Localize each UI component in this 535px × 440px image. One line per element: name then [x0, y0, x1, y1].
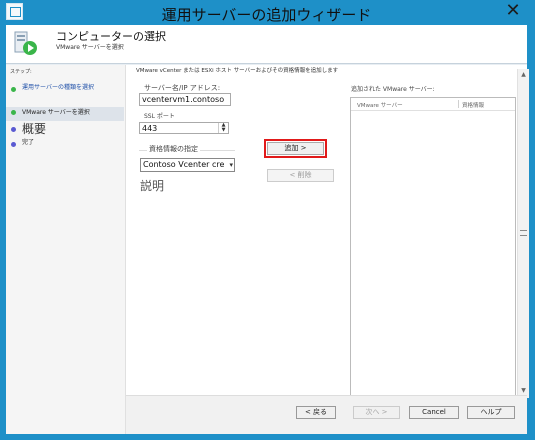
step-complete[interactable]: 完了: [11, 139, 34, 147]
server-name-label: サーバー名/IP アドレス:: [144, 84, 221, 92]
page-subtitle: VMware サーバーを選択: [56, 44, 124, 51]
credentials-select[interactable]: Contoso Vcenter cre ▾: [140, 158, 235, 172]
title-bar: 運用サーバーの追加ウィザード ✕: [0, 0, 533, 25]
added-servers-label: 追加された VMware サーバー:: [351, 86, 435, 93]
step-current-icon: [11, 110, 16, 115]
window-bottom-border: [0, 434, 535, 440]
wizard-client: コンピューターの選択 VMware サーバーを選択 ステップ: 運用サーバーの種…: [6, 25, 529, 435]
step-summary[interactable]: 概要: [11, 122, 46, 136]
chevron-down-icon: ▾: [229, 161, 233, 169]
scroll-down-icon[interactable]: ▼: [520, 387, 527, 394]
computer-select-icon: [14, 31, 37, 55]
step-select-vmware-server[interactable]: VMware サーバーを選択: [6, 107, 124, 121]
steps-header: ステップ:: [10, 69, 32, 75]
remove-button[interactable]: < 削除: [267, 169, 334, 182]
port-spinner-icon[interactable]: ▲ ▼: [218, 123, 228, 133]
step-label: 概要: [22, 122, 47, 136]
content-pane: VMware vCenter または ESXi ホスト サーバーおよびその資格情…: [126, 65, 529, 399]
next-button[interactable]: 次へ >: [353, 406, 400, 419]
step-label: 完了: [22, 139, 35, 146]
credentials-group-label: 資格情報の指定: [147, 144, 200, 154]
added-servers-list[interactable]: VMware サーバー 資格情報: [350, 97, 516, 399]
steps-pane: ステップ: 運用サーバーの種類を選択 VMware サーバーを選択 概要 完了: [6, 65, 126, 434]
server-name-input[interactable]: vcentervm1.contoso: [139, 93, 231, 106]
instruction-text: VMware vCenter または ESXi ホスト サーバーおよびその資格情…: [136, 68, 339, 74]
ssl-port-value: 443: [142, 124, 158, 133]
window-title: 運用サーバーの追加ウィザード: [161, 6, 372, 24]
step-pending-icon: [11, 142, 16, 147]
step-label: 運用サーバーの種類を選択: [22, 84, 94, 91]
wizard-footer: < 戻る 次へ > Cancel ヘルプ: [126, 395, 527, 435]
column-header-server[interactable]: VMware サーバー: [357, 101, 403, 109]
add-button[interactable]: 追加 >: [264, 139, 327, 158]
help-button[interactable]: ヘルプ: [467, 406, 515, 419]
wizard-header: コンピューターの選択 VMware サーバーを選択: [6, 25, 527, 63]
step-done-icon: [11, 87, 16, 92]
ssl-port-input[interactable]: 443 ▲ ▼: [139, 122, 229, 134]
step-select-server-type[interactable]: 運用サーバーの種類を選択: [11, 84, 112, 92]
close-button[interactable]: ✕: [501, 0, 525, 21]
scroll-up-icon[interactable]: ▲: [520, 71, 527, 78]
column-divider: [458, 100, 459, 108]
list-header: VMware サーバー 資格情報: [351, 98, 515, 111]
scroll-grip-icon[interactable]: [520, 230, 527, 236]
vertical-scrollbar[interactable]: ▲ ▼: [517, 69, 529, 398]
back-button[interactable]: < 戻る: [296, 406, 336, 419]
step-pending-icon: [11, 127, 16, 132]
step-label: VMware サーバーを選択: [22, 109, 90, 116]
description-label: 説明: [140, 179, 165, 193]
credentials-selected: Contoso Vcenter cre: [143, 160, 225, 169]
column-header-credentials[interactable]: 資格情報: [462, 101, 484, 109]
cancel-button[interactable]: Cancel: [409, 406, 459, 419]
ssl-port-label: SSL ポート: [144, 113, 175, 120]
